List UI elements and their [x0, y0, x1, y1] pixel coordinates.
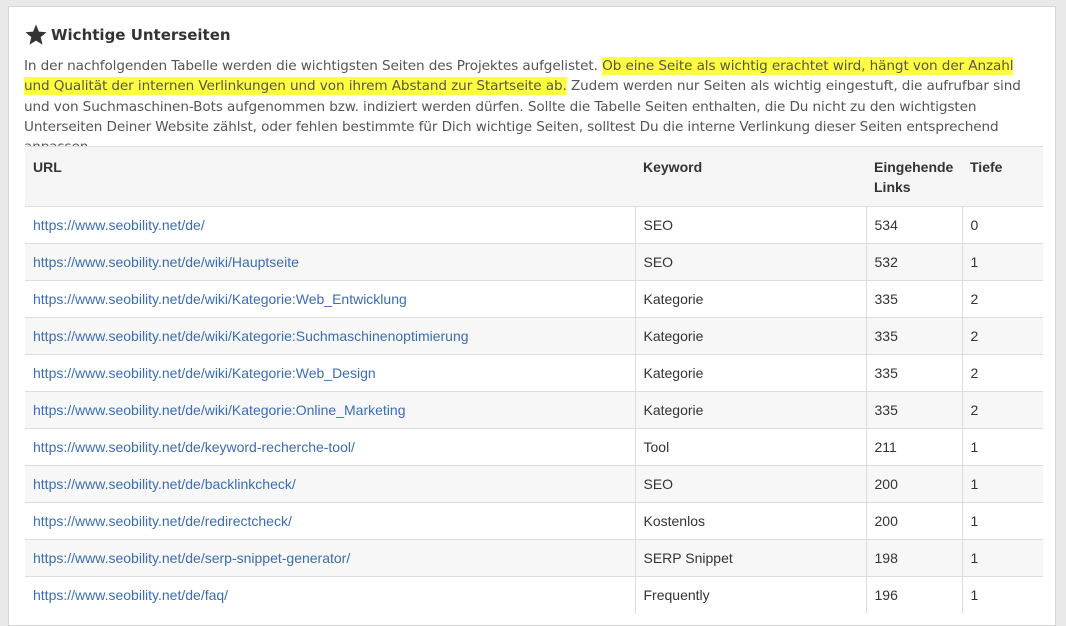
table-row: https://www.seobility.net/de/SEO 534 0 — [25, 206, 1043, 244]
url-cell: https://www.seobility.net/de/ — [25, 206, 635, 244]
url-link[interactable]: https://www.seobility.net/de/faq/ — [33, 587, 228, 603]
table-row: https://www.seobility.net/de/wiki/Haupts… — [25, 243, 1043, 281]
depth-cell: 1 — [961, 502, 1043, 540]
keyword-cell: SERP Snippet — [634, 539, 866, 577]
keyword-cell: SEO — [634, 243, 866, 281]
table-row: https://www.seobility.net/de/wiki/Katego… — [25, 280, 1043, 318]
url-link[interactable]: https://www.seobility.net/de/wiki/Haupts… — [33, 254, 299, 270]
keyword-cell: SEO — [634, 206, 866, 244]
incoming-links-cell: 534 — [865, 206, 962, 244]
depth-cell: 1 — [961, 243, 1043, 281]
depth-cell: 1 — [961, 428, 1043, 466]
url-link[interactable]: https://www.seobility.net/de/keyword-rec… — [33, 439, 355, 455]
important-pages-table: URL Keyword Eingehende Links Tiefe https… — [25, 146, 1043, 614]
url-link[interactable]: https://www.seobility.net/de/wiki/Katego… — [33, 402, 405, 418]
table-row: https://www.seobility.net/de/faq/Frequen… — [25, 576, 1043, 614]
incoming-links-cell: 335 — [865, 354, 962, 392]
keyword-cell: Kategorie — [634, 280, 866, 318]
url-cell: https://www.seobility.net/de/wiki/Katego… — [25, 317, 635, 355]
url-link[interactable]: https://www.seobility.net/de/serp-snippe… — [33, 550, 350, 566]
intro-paragraph: In der nachfolgenden Tabelle werden die … — [24, 56, 1034, 157]
url-cell: https://www.seobility.net/de/wiki/Katego… — [25, 354, 635, 392]
table-body: https://www.seobility.net/de/SEO 534 0 http… — [25, 206, 1043, 614]
depth-cell: 2 — [961, 280, 1043, 318]
important-pages-panel: Wichtige Unterseiten In der nachfolgende… — [8, 6, 1056, 626]
url-link[interactable]: https://www.seobility.net/de/wiki/Katego… — [33, 365, 376, 381]
intro-text-start: In der nachfolgenden Tabelle werden die … — [24, 58, 603, 74]
section-title: Wichtige Unterseiten — [51, 26, 231, 44]
keyword-cell: Kategorie — [634, 391, 866, 429]
table-header-row: URL Keyword Eingehende Links Tiefe — [25, 146, 1043, 207]
keyword-cell: Kostenlos — [634, 502, 866, 540]
url-cell: https://www.seobility.net/de/backlinkche… — [25, 465, 635, 503]
column-header-depth[interactable]: Tiefe — [962, 147, 1043, 207]
table-row: https://www.seobility.net/de/wiki/Katego… — [25, 391, 1043, 429]
url-link[interactable]: https://www.seobility.net/de/wiki/Katego… — [33, 291, 407, 307]
depth-cell: 1 — [961, 465, 1043, 503]
url-cell: https://www.seobility.net/de/keyword-rec… — [25, 428, 635, 466]
column-header-keyword[interactable]: Keyword — [635, 147, 866, 207]
table-row: https://www.seobility.net/de/redirectche… — [25, 502, 1043, 540]
keyword-cell: SEO — [634, 465, 866, 503]
keyword-cell: Kategorie — [634, 354, 866, 392]
url-cell: https://www.seobility.net/de/wiki/Katego… — [25, 280, 635, 318]
keyword-cell: Tool — [634, 428, 866, 466]
incoming-links-cell: 335 — [865, 317, 962, 355]
depth-cell: 1 — [961, 539, 1043, 577]
column-header-incoming-links[interactable]: Eingehende Links — [866, 147, 962, 207]
star-icon — [25, 24, 47, 45]
depth-cell: 0 — [961, 206, 1043, 244]
depth-cell: 2 — [961, 354, 1043, 392]
keyword-cell: Kategorie — [634, 317, 866, 355]
incoming-links-cell: 335 — [865, 280, 962, 318]
incoming-links-cell: 200 — [865, 502, 962, 540]
table-row: https://www.seobility.net/de/keyword-rec… — [25, 428, 1043, 466]
table-row: https://www.seobility.net/de/serp-snippe… — [25, 539, 1043, 577]
depth-cell: 1 — [961, 576, 1043, 614]
depth-cell: 2 — [961, 391, 1043, 429]
url-cell: https://www.seobility.net/de/faq/ — [25, 576, 635, 614]
url-link[interactable]: https://www.seobility.net/de/redirectche… — [33, 513, 292, 529]
incoming-links-cell: 200 — [865, 465, 962, 503]
column-header-url[interactable]: URL — [25, 147, 635, 207]
url-cell: https://www.seobility.net/de/serp-snippe… — [25, 539, 635, 577]
table-row: https://www.seobility.net/de/wiki/Katego… — [25, 317, 1043, 355]
incoming-links-cell: 532 — [865, 243, 962, 281]
keyword-cell: Frequently — [634, 576, 866, 614]
incoming-links-cell: 198 — [865, 539, 962, 577]
table-row: https://www.seobility.net/de/backlinkche… — [25, 465, 1043, 503]
table-row: https://www.seobility.net/de/wiki/Katego… — [25, 354, 1043, 392]
depth-cell: 2 — [961, 317, 1043, 355]
section-heading: Wichtige Unterseiten — [24, 21, 231, 49]
incoming-links-cell: 196 — [865, 576, 962, 614]
incoming-links-cell: 211 — [865, 428, 962, 466]
url-cell: https://www.seobility.net/de/wiki/Haupts… — [25, 243, 635, 281]
url-link[interactable]: https://www.seobility.net/de/wiki/Katego… — [33, 328, 469, 344]
incoming-links-cell: 335 — [865, 391, 962, 429]
url-link[interactable]: https://www.seobility.net/de/backlinkche… — [33, 476, 296, 492]
url-link[interactable]: https://www.seobility.net/de/ — [33, 217, 205, 233]
url-cell: https://www.seobility.net/de/redirectche… — [25, 502, 635, 540]
url-cell: https://www.seobility.net/de/wiki/Katego… — [25, 391, 635, 429]
